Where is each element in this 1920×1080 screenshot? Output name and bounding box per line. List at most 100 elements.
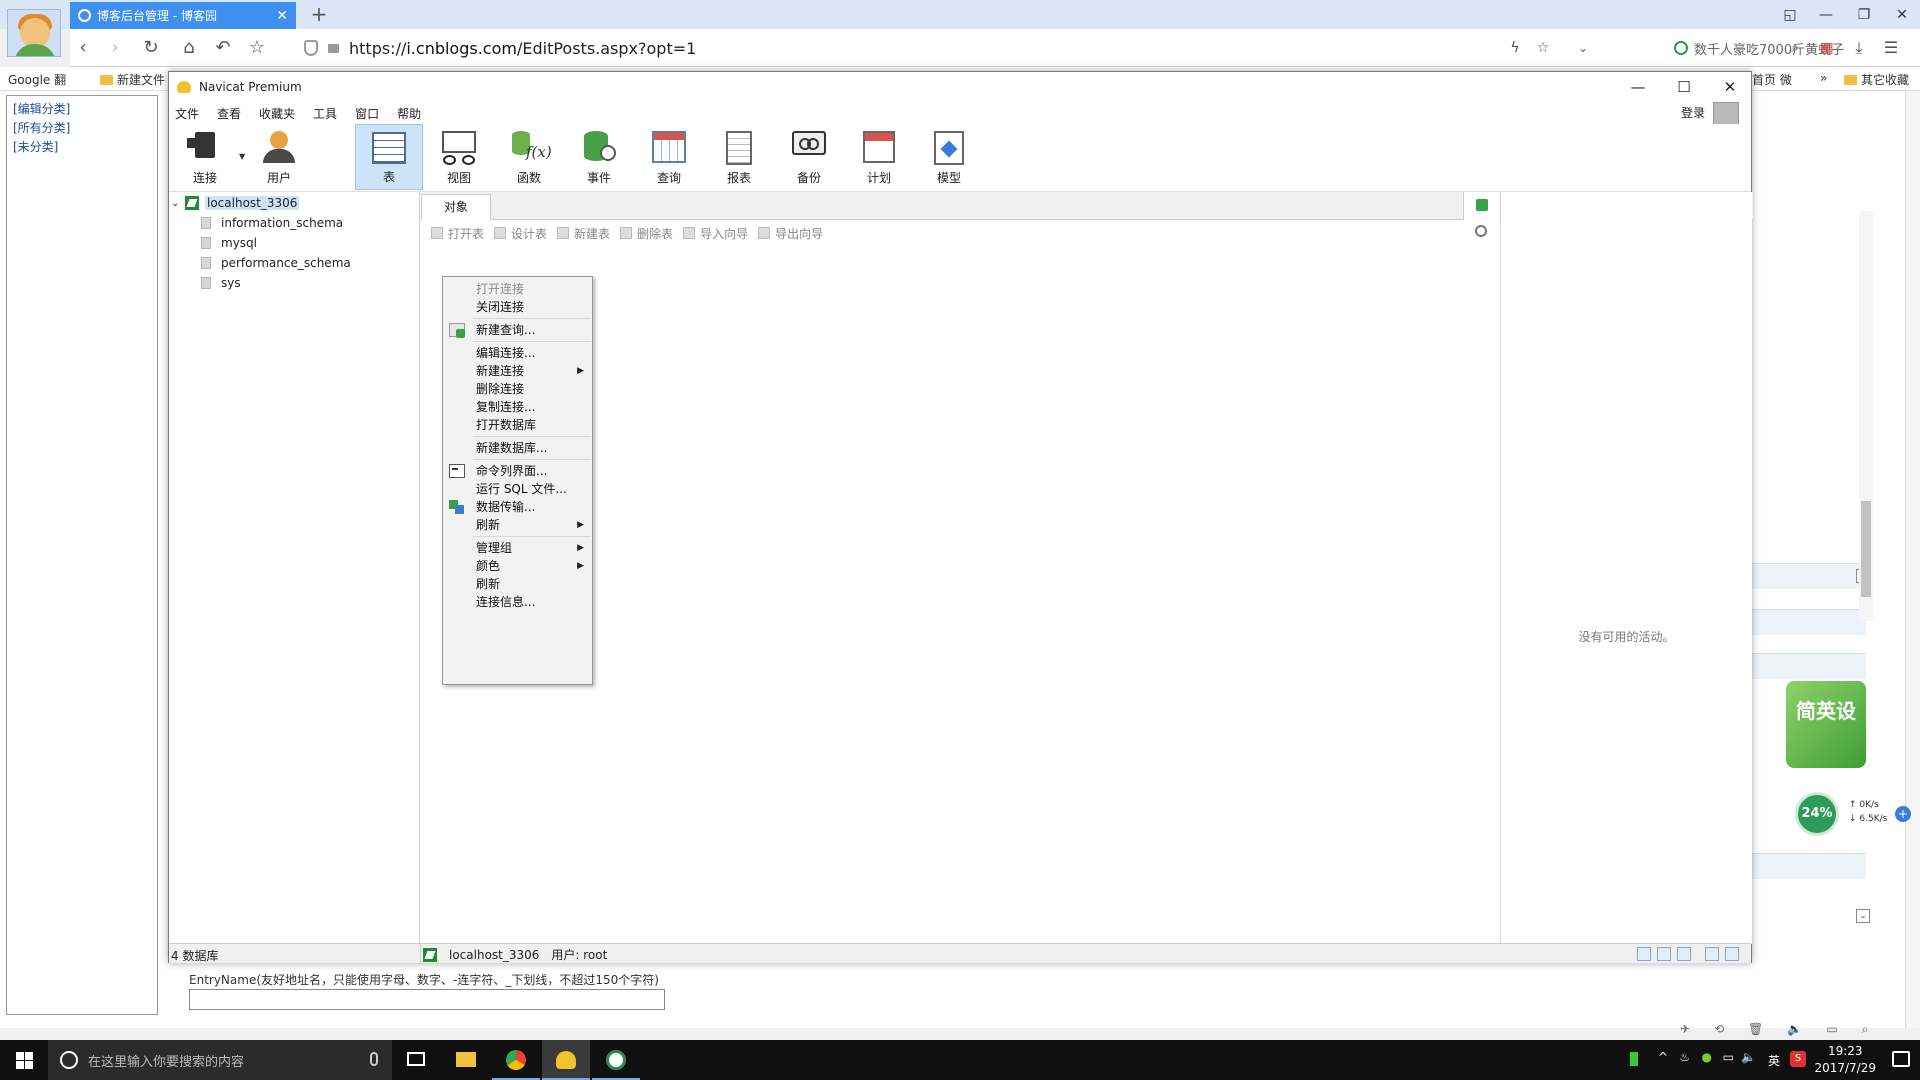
new-tab-button[interactable] [1463,192,1499,220]
export-wizard-button[interactable]: 导出向导 [758,225,823,242]
tree-db-item[interactable]: sys [201,276,241,290]
menu-manage-group[interactable]: 管理组 ▶ [443,538,592,558]
expand-icon[interactable]: ⌄ [1856,909,1870,923]
bookmark-new-folder[interactable]: 新建文件 [100,71,165,88]
reload-icon[interactable]: ↻ [138,35,164,61]
menu-delete-connection[interactable]: 删除连接 [443,379,592,399]
menu-file[interactable]: 文件 [169,105,211,122]
open-table-button[interactable]: 打开表 [431,225,484,242]
start-button[interactable] [0,1040,48,1080]
menu-color[interactable]: 颜色 ▶ [443,556,592,576]
toolbar-query-button[interactable]: 查询 [635,124,703,190]
taskbar-browser[interactable] [492,1040,540,1080]
delete-table-button[interactable]: 删除表 [620,225,673,242]
network-icon[interactable]: ▭ [1723,1050,1734,1064]
navicat-maximize-button[interactable]: ☐ [1661,74,1707,100]
menu-edit-connection[interactable]: 编辑连接... [443,343,592,363]
menu-window[interactable]: 窗口 [349,105,391,122]
toolbar-model-button[interactable]: 模型 [915,124,983,190]
volume-icon[interactable]: 🔈 [1741,1050,1756,1064]
search-icon[interactable]: ⌕ [1782,35,1808,61]
expand-caret-icon[interactable]: ⌄ [171,198,185,209]
toolbar-user-button[interactable]: 用户 [245,124,313,190]
history-icon[interactable]: ⟲ [1714,1022,1724,1040]
toolbar-schedule-button[interactable]: 计划 [845,124,913,190]
new-tab-button[interactable]: + [306,2,332,28]
battery-icon[interactable] [1630,1052,1638,1066]
download-icon[interactable]: ⤓ [1846,35,1872,61]
tab-objects[interactable]: 对象 [421,194,491,220]
volume-icon[interactable]: 🔈 [1787,1022,1802,1040]
ime-indicator[interactable]: 英 [1768,1052,1780,1069]
menu-refresh[interactable]: 刷新 [443,574,592,594]
address-bar[interactable]: https://i.cnblogs.com/EditPosts.aspx?opt… [296,34,1656,62]
url-text[interactable]: https://i.cnblogs.com/EditPosts.aspx?opt… [349,39,696,58]
menu-refresh-sub[interactable]: 刷新 ▶ [443,515,592,535]
rocket-icon[interactable]: ✈ [1680,1022,1690,1040]
microphone-icon[interactable] [370,1052,378,1066]
list-view-icon[interactable] [1657,947,1671,961]
trash-icon[interactable]: 🗑 [1748,1022,1763,1040]
bookmark-google[interactable]: Google 翻 [8,71,66,88]
menu-open-database[interactable]: 打开数据库 [443,415,592,435]
browser-close-button[interactable]: ✕ [1884,2,1920,28]
import-wizard-button[interactable]: 导入向导 [683,225,748,242]
window-icon[interactable]: ▭ [1826,1022,1837,1040]
tree-connection-node[interactable]: ⌄ localhost_3306 [171,196,300,210]
taskbar-clock[interactable]: 19:23 2017/7/29 [1814,1043,1876,1077]
browser-tab-active[interactable]: 博客后台管理 - 博客园 ✕ [70,2,296,29]
sidebar-toggle-icon[interactable] [1705,947,1719,961]
menu-connection-info[interactable]: 连接信息... [443,592,592,612]
edit-category-link[interactable]: [编辑分类] [13,100,151,119]
taskbar-navicat[interactable] [542,1040,590,1080]
menu-open-connection[interactable]: 打开连接 [443,279,592,299]
forward-icon[interactable]: › [102,35,128,61]
toolbar-view-button[interactable]: 视图 [425,124,493,190]
browser-minimize-button[interactable]: — [1808,2,1844,28]
new-table-button[interactable]: 新建表 [557,225,610,242]
boost-plus-icon[interactable]: + [1895,806,1911,822]
profile-avatar[interactable] [7,9,61,57]
taskbar-file-explorer[interactable] [442,1040,490,1080]
bookmark-other[interactable]: 其它收藏 [1844,71,1909,88]
favorite-star-icon[interactable]: ☆ [1530,35,1556,61]
all-category-link[interactable]: [所有分类] [13,119,151,138]
login-link[interactable]: 登录 [1681,104,1705,121]
bookmark-overflow[interactable]: » [1820,71,1827,85]
menu-help[interactable]: 帮助 [391,105,433,122]
tray-app-icon[interactable]: ♨ [1679,1050,1690,1064]
menu-copy-connection[interactable]: 复制连接... [443,397,592,417]
scrollbar-thumb[interactable] [1861,501,1871,597]
toolbar-table-button[interactable]: 表 [355,124,423,190]
design-table-button[interactable]: 设计表 [494,225,547,242]
lightning-icon[interactable]: ϟ [1502,35,1528,61]
tree-db-item[interactable]: information_schema [201,216,343,230]
inner-scrollbar[interactable] [1859,211,1873,621]
search-icon[interactable] [1475,225,1487,237]
toolbar-function-button[interactable]: f(x) 函数 [495,124,563,190]
tree-db-item[interactable]: mysql [201,236,257,250]
menu-command-line[interactable]: 命令列界面... [443,461,592,481]
apps-grid-icon[interactable]: ▦ [1814,35,1840,61]
entry-name-input[interactable] [189,989,665,1010]
toolbar-event-button[interactable]: 事件 [565,124,633,190]
menu-new-database[interactable]: 新建数据库... [443,438,592,458]
action-center-icon[interactable] [1892,1051,1910,1067]
menu-run-sql-file[interactable]: 运行 SQL 文件... [443,479,592,499]
dropdown-chevron-icon[interactable]: ⌄ [1570,35,1596,61]
toolbar-report-button[interactable]: 报表 [705,124,773,190]
tray-security-icon[interactable]: ● [1702,1050,1712,1064]
grid-view-icon[interactable] [1637,947,1651,961]
undo-icon[interactable]: ↶ [210,35,236,61]
menu-new-connection[interactable]: 新建连接 ▶ [443,361,592,381]
tab-close-icon[interactable]: ✕ [276,8,288,24]
browser-maximize-button[interactable]: ❐ [1846,2,1882,28]
bookmark-homepage[interactable]: 首页 微 [1752,71,1792,88]
page-scrollbar[interactable] [1905,91,1920,1028]
menu-view[interactable]: 查看 [211,105,253,122]
browser-menu-icon[interactable]: ◱ [1772,2,1808,28]
toolbar-connection-button[interactable]: 连接 [171,124,239,190]
back-icon[interactable]: ‹ [70,35,96,61]
info-pane-toggle-icon[interactable] [1725,947,1739,961]
star-icon[interactable]: ☆ [244,35,270,61]
